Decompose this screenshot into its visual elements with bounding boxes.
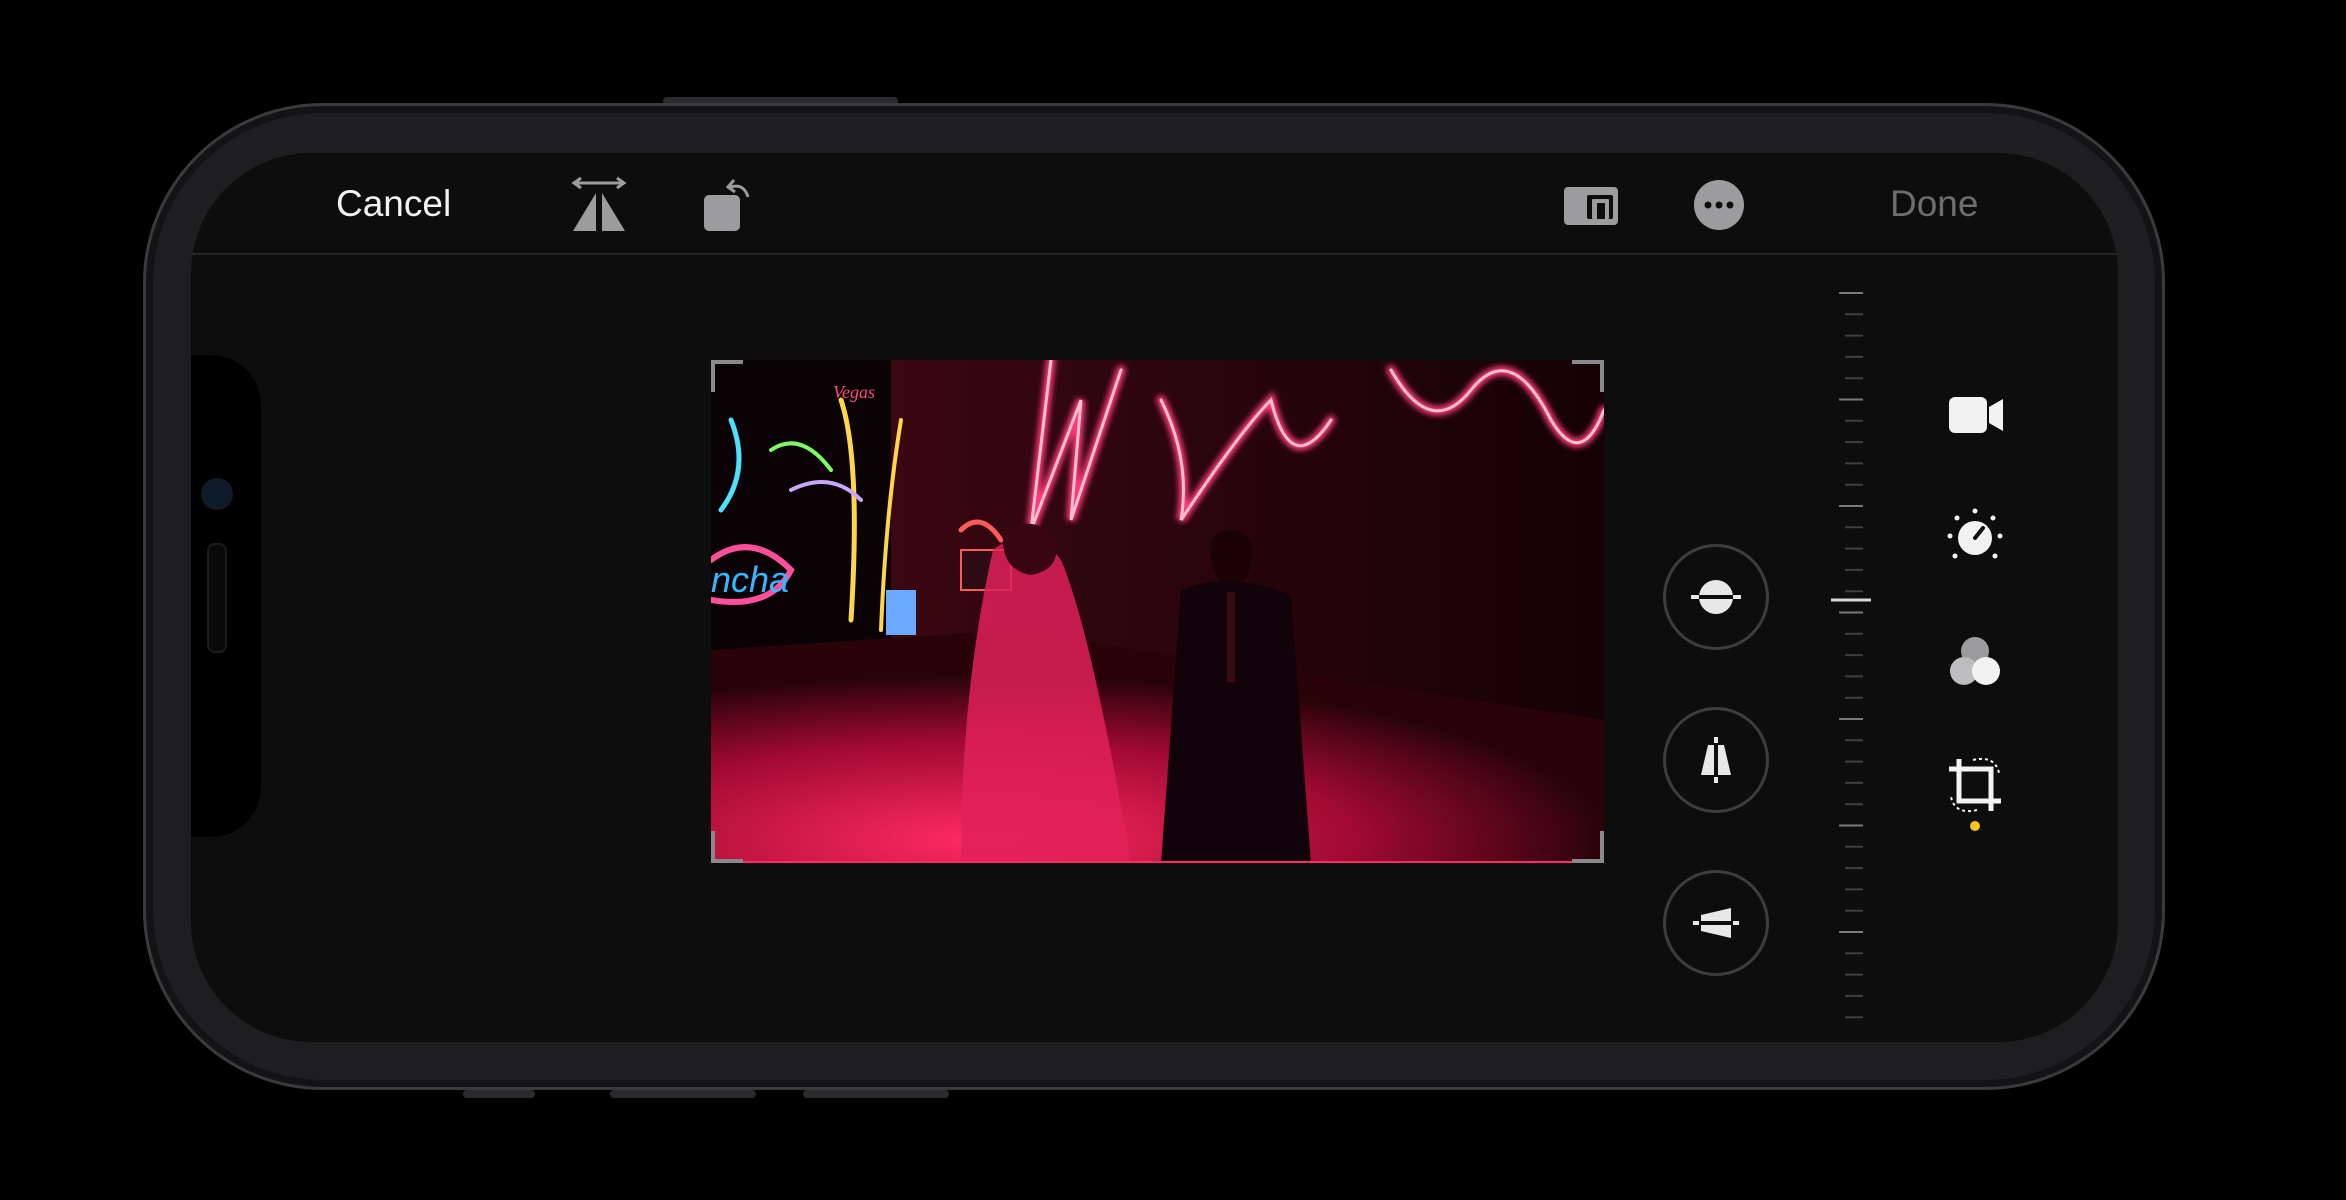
svg-text:Vegas: Vegas [833,382,875,402]
device-side-button [463,1090,535,1098]
front-camera [204,481,230,507]
vertical-perspective-icon [1701,737,1731,783]
svg-text:ncha: ncha [711,559,789,600]
crop-icon[interactable] [1943,753,2007,817]
horizontal-perspective-icon [1693,908,1739,938]
adjust-icon[interactable] [1943,504,2007,568]
device-volume-down-button [803,1090,949,1098]
crop-corner-top-right[interactable] [1572,360,1604,392]
more-icon[interactable] [1689,175,1749,235]
crop-corner-bottom-right[interactable] [1572,831,1604,863]
adjustment-slider[interactable] [1831,289,1871,1019]
editor-toolbar: Cancel Done [191,153,2118,255]
video-icon[interactable] [1943,383,2007,447]
screen: Cancel Done ncha Vegas [191,153,2118,1042]
aspect-ratio-icon[interactable] [1561,175,1621,235]
horizontal-perspective-button[interactable] [1663,870,1769,976]
photo-image: ncha Vegas [711,360,1604,863]
straighten-button[interactable] [1663,544,1769,650]
crop-corner-bottom-left[interactable] [711,831,743,863]
filters-icon[interactable] [1943,631,2007,695]
active-mode-dot [1970,821,1980,831]
done-button[interactable]: Done [1890,183,1978,225]
device-notch [191,355,261,837]
rotate-icon[interactable] [700,175,760,235]
cancel-button[interactable]: Cancel [336,183,451,225]
device-volume-up-button [610,1090,756,1098]
straighten-icon [1691,580,1741,614]
crop-corner-top-left[interactable] [711,360,743,392]
vertical-perspective-button[interactable] [1663,707,1769,813]
photo-canvas[interactable]: ncha Vegas [711,360,1604,863]
flip-icon[interactable] [569,175,629,235]
earpiece-speaker [207,543,227,653]
